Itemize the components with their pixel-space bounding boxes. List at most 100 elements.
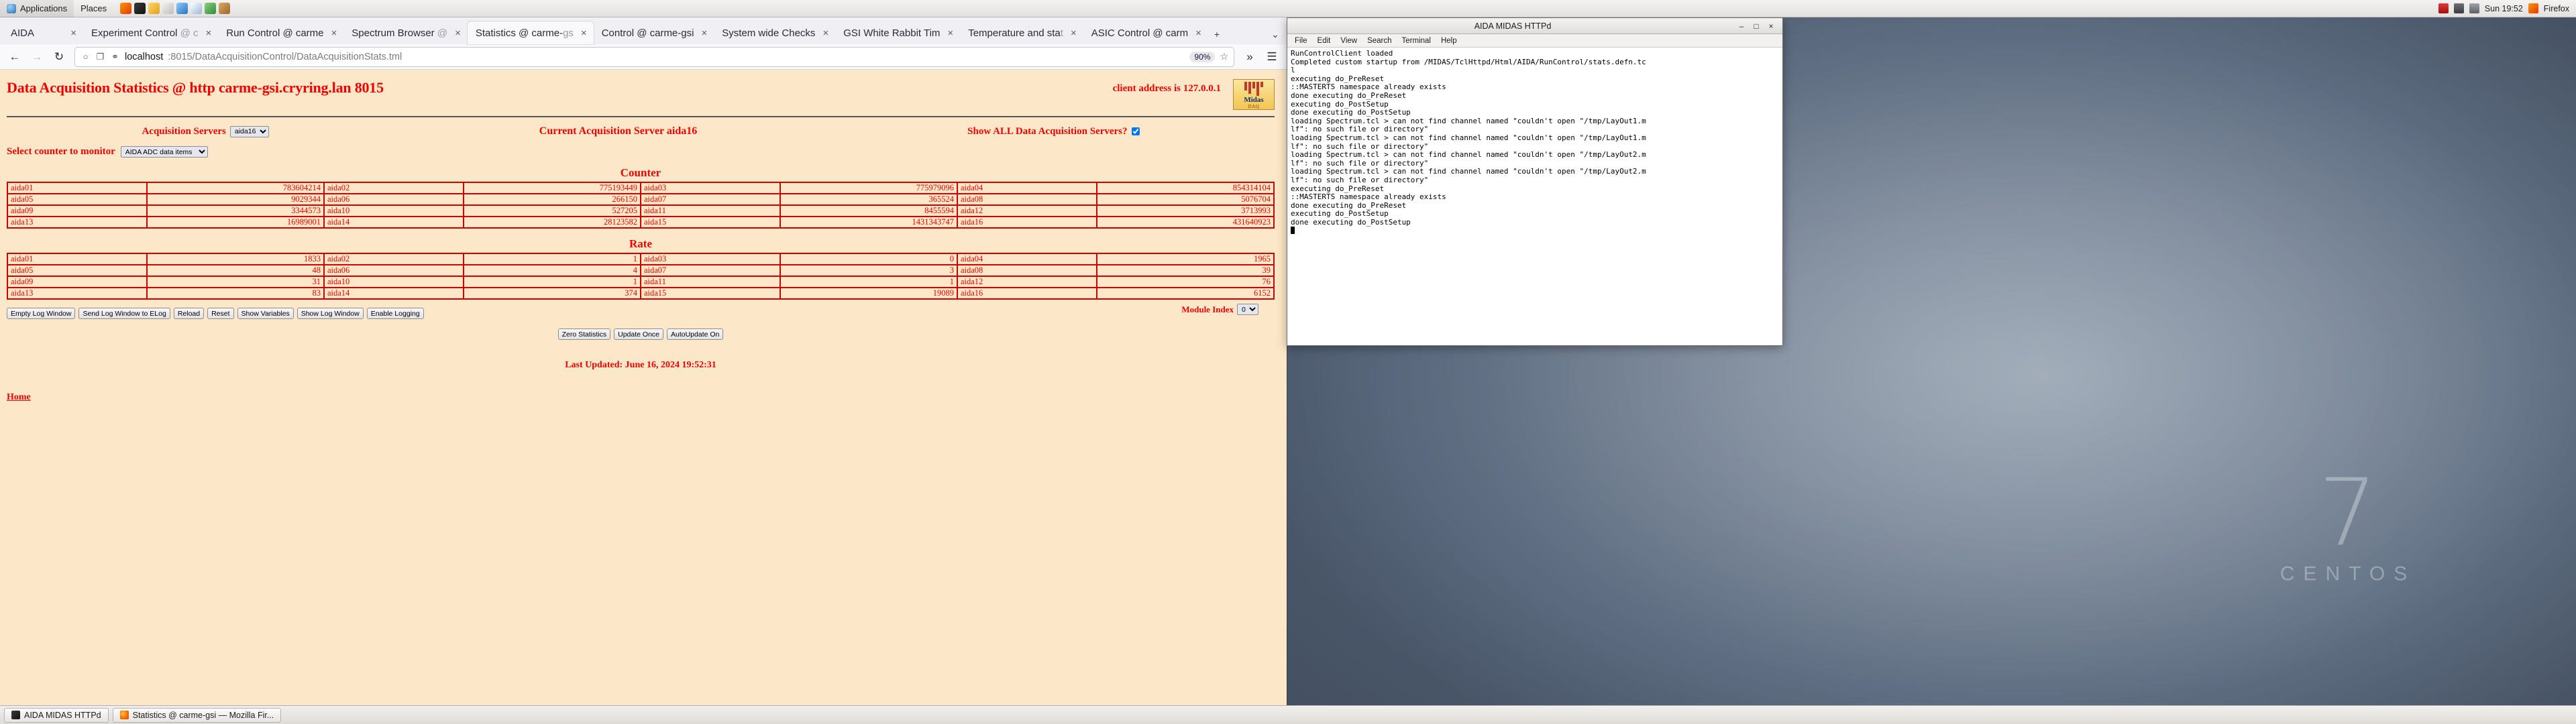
- browser-tab-5[interactable]: Control @ carme-gsi×: [594, 21, 714, 44]
- show-variables-button[interactable]: Show Variables: [237, 308, 294, 319]
- network-tray-icon[interactable]: [2454, 3, 2464, 13]
- text-editor-launcher-icon[interactable]: [162, 3, 174, 14]
- zoom-level-badge[interactable]: 90%: [1189, 52, 1215, 62]
- keyboard-layout-icon[interactable]: [2438, 3, 2449, 13]
- shield-icon[interactable]: ○: [80, 52, 91, 62]
- terminal-launcher-icon[interactable]: [134, 3, 146, 14]
- zero-statistics-button[interactable]: Zero Statistics: [558, 328, 611, 340]
- show-all-servers-checkbox[interactable]: [1132, 127, 1140, 135]
- browser-tab-4-active[interactable]: Statistics @ carme-gs×: [468, 21, 594, 44]
- page-info-icon[interactable]: ❐: [95, 52, 105, 62]
- browser-tab-9[interactable]: ASIC Control @ carm×: [1083, 21, 1208, 44]
- cell-value: 431640923: [1097, 217, 1274, 228]
- menu-terminal[interactable]: Terminal: [1397, 36, 1436, 46]
- autoupdate-on-button[interactable]: AutoUpdate On: [667, 328, 723, 340]
- volume-tray-icon[interactable]: [2469, 3, 2479, 13]
- firefox-launcher-icon[interactable]: [120, 3, 131, 14]
- browser-tab-3[interactable]: Spectrum Browser @ ×: [343, 21, 468, 44]
- cell-value: 1431343747: [780, 217, 957, 228]
- list-all-tabs-icon[interactable]: ⌄: [1267, 24, 1284, 44]
- table-row: aida093344573 aida10527205 aida118455594…: [7, 205, 1274, 217]
- forward-button[interactable]: →: [27, 47, 47, 67]
- tab-close-icon[interactable]: ×: [452, 27, 461, 39]
- tab-title: Temperature and stat: [968, 27, 1063, 39]
- menu-help[interactable]: Help: [1436, 36, 1462, 46]
- tab-close-icon[interactable]: ×: [820, 27, 828, 39]
- cell-value: 6152: [1097, 288, 1274, 299]
- minimize-icon[interactable]: –: [1734, 20, 1749, 32]
- panel-clock[interactable]: Sun 19:52: [2485, 4, 2523, 13]
- reset-button[interactable]: Reset: [207, 308, 233, 319]
- console-text: RunControlClient loaded Completed custom…: [1291, 49, 1646, 227]
- taskbar-item-midas[interactable]: AIDA MIDAS HTTPd: [4, 708, 109, 723]
- cell-name: aida04: [957, 182, 1097, 194]
- show-log-window-button[interactable]: Show Log Window: [297, 308, 364, 319]
- browser-tab-0[interactable]: AIDA×: [3, 21, 83, 44]
- tab-close-icon[interactable]: ×: [1193, 27, 1201, 39]
- table-row: aida0931 aida101 aida111 aida1276: [7, 276, 1274, 288]
- network-launcher-icon[interactable]: [205, 3, 216, 14]
- empty-log-window-button[interactable]: Empty Log Window: [7, 308, 75, 319]
- module-index-group: Module Index 0: [1181, 304, 1258, 315]
- cell-value: 775193449: [464, 182, 641, 194]
- menu-places[interactable]: Places: [74, 0, 113, 17]
- taskbar-item-firefox[interactable]: Statistics @ carme-gsi — Mozilla Fir...: [113, 708, 282, 723]
- counter-select[interactable]: AIDA ADC data items: [121, 146, 208, 158]
- cell-name: aida10: [324, 276, 464, 288]
- tab-close-icon[interactable]: ×: [1068, 27, 1077, 39]
- centos-seven-mark: 7: [2280, 473, 2416, 552]
- tab-close-icon[interactable]: ×: [698, 27, 707, 39]
- firefox-tray-icon[interactable]: [2528, 3, 2538, 13]
- update-once-button[interactable]: Update Once: [614, 328, 663, 340]
- files-launcher-icon[interactable]: [148, 3, 160, 14]
- mail-launcher-icon[interactable]: [191, 3, 202, 14]
- enable-logging-button[interactable]: Enable Logging: [367, 308, 424, 319]
- cell-value: 8455594: [780, 205, 957, 217]
- panel-tray: Sun 19:52 Firefox: [2438, 3, 2576, 13]
- browser-tab-2[interactable]: Run Control @ carme×: [218, 21, 343, 44]
- close-icon[interactable]: ×: [1764, 20, 1778, 32]
- web-page-content: Data Acquisition Statistics @ http carme…: [0, 70, 1287, 705]
- menu-edit[interactable]: Edit: [1313, 36, 1336, 46]
- url-bar[interactable]: ○ ❐ ⚭ localhost:8015/DataAcquisitionCont…: [74, 47, 1234, 67]
- send-log-to-elog-button[interactable]: Send Log Window to ELog: [78, 308, 170, 319]
- terminal-cursor: [1291, 227, 1295, 234]
- cell-name: aida02: [324, 253, 464, 265]
- table-row: aida1383 aida14374 aida1519089 aida16615…: [7, 288, 1274, 299]
- cell-name: aida15: [641, 288, 780, 299]
- midas-console-output[interactable]: RunControlClient loaded Completed custom…: [1287, 48, 1782, 345]
- tab-close-icon[interactable]: ×: [945, 27, 953, 39]
- browser-tab-8[interactable]: Temperature and stat ×: [960, 21, 1083, 44]
- tab-close-icon[interactable]: ×: [203, 27, 211, 39]
- archive-launcher-icon[interactable]: [219, 3, 230, 14]
- toolbar-overflow-button[interactable]: »: [1240, 47, 1260, 67]
- permissions-icon[interactable]: ⚭: [110, 52, 120, 62]
- reload-button[interactable]: ↻: [49, 47, 69, 67]
- tab-close-icon[interactable]: ×: [578, 27, 587, 39]
- menu-search[interactable]: Search: [1362, 36, 1396, 46]
- tab-close-icon[interactable]: ×: [68, 27, 76, 39]
- menu-view[interactable]: View: [1336, 36, 1362, 46]
- maximize-icon[interactable]: □: [1749, 20, 1764, 32]
- module-index-select[interactable]: 0: [1237, 304, 1258, 315]
- acq-servers-select[interactable]: aida16: [230, 126, 269, 137]
- cell-name: aida12: [957, 205, 1097, 217]
- browser-tab-1[interactable]: Experiment Control @ c×: [83, 21, 218, 44]
- last-updated-text: Last Updated: June 16, 2024 19:52:31: [7, 360, 1275, 371]
- bookmark-star-icon[interactable]: ☆: [1220, 51, 1228, 62]
- menu-applications[interactable]: Applications: [0, 0, 74, 17]
- calculator-launcher-icon[interactable]: [176, 3, 188, 14]
- browser-navbar: ← → ↻ ○ ❐ ⚭ localhost:8015/DataAcquisiti…: [0, 44, 1287, 70]
- new-tab-button[interactable]: +: [1208, 24, 1226, 44]
- back-button[interactable]: ←: [5, 47, 25, 67]
- midas-titlebar[interactable]: AIDA MIDAS HTTPd – □ ×: [1287, 18, 1782, 34]
- cell-value: 1: [464, 276, 641, 288]
- counter-section-title: Counter: [7, 166, 1275, 180]
- home-link[interactable]: Home: [7, 392, 31, 403]
- browser-tab-7[interactable]: GSI White Rabbit Tim×: [835, 21, 960, 44]
- reload-button[interactable]: Reload: [174, 308, 204, 319]
- app-menu-button[interactable]: ☰: [1262, 47, 1282, 67]
- tab-close-icon[interactable]: ×: [329, 27, 337, 39]
- browser-tab-6[interactable]: System wide Checks ×: [714, 21, 835, 44]
- menu-file[interactable]: File: [1290, 36, 1312, 46]
